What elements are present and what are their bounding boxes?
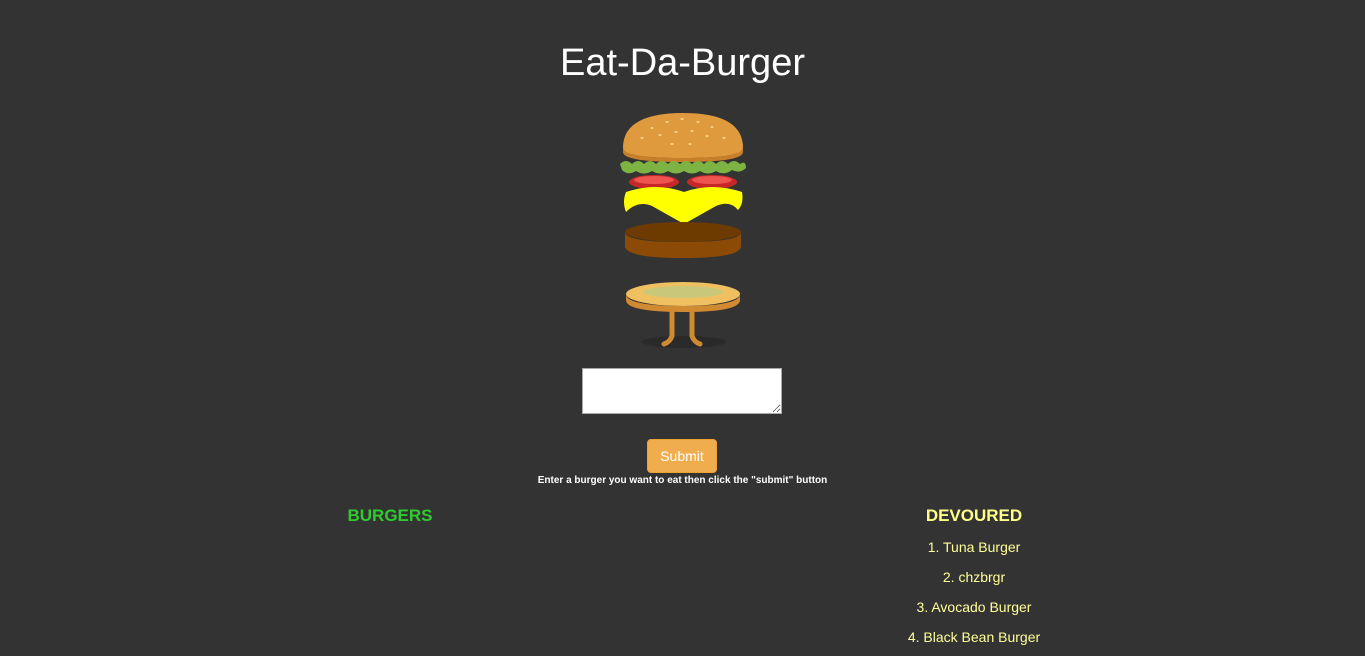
devoured-item: 3. Avocado Burger [916,599,1032,615]
submit-button[interactable]: Submit [647,439,717,473]
devoured-list: 1. Tuna Burger 2. chzbrgr 3. Avocado Bur… [874,532,1090,652]
burger-name-input[interactable] [582,368,782,414]
devoured-item: 2. chzbrgr [942,569,1006,585]
instructions-text: Enter a burger you want to eat then clic… [537,475,828,486]
burger-mascot-icon [612,108,754,353]
page-title: Eat-Da-Burger [560,42,805,84]
devoured-heading: DEVOURED [925,506,1023,525]
devoured-item: 4. Black Bean Burger [907,629,1041,645]
burgers-heading: BURGERS [347,506,433,525]
page: Eat-Da-Burger Submit Enter a burger you … [0,0,1365,656]
devoured-item: 1. Tuna Burger [927,539,1021,555]
